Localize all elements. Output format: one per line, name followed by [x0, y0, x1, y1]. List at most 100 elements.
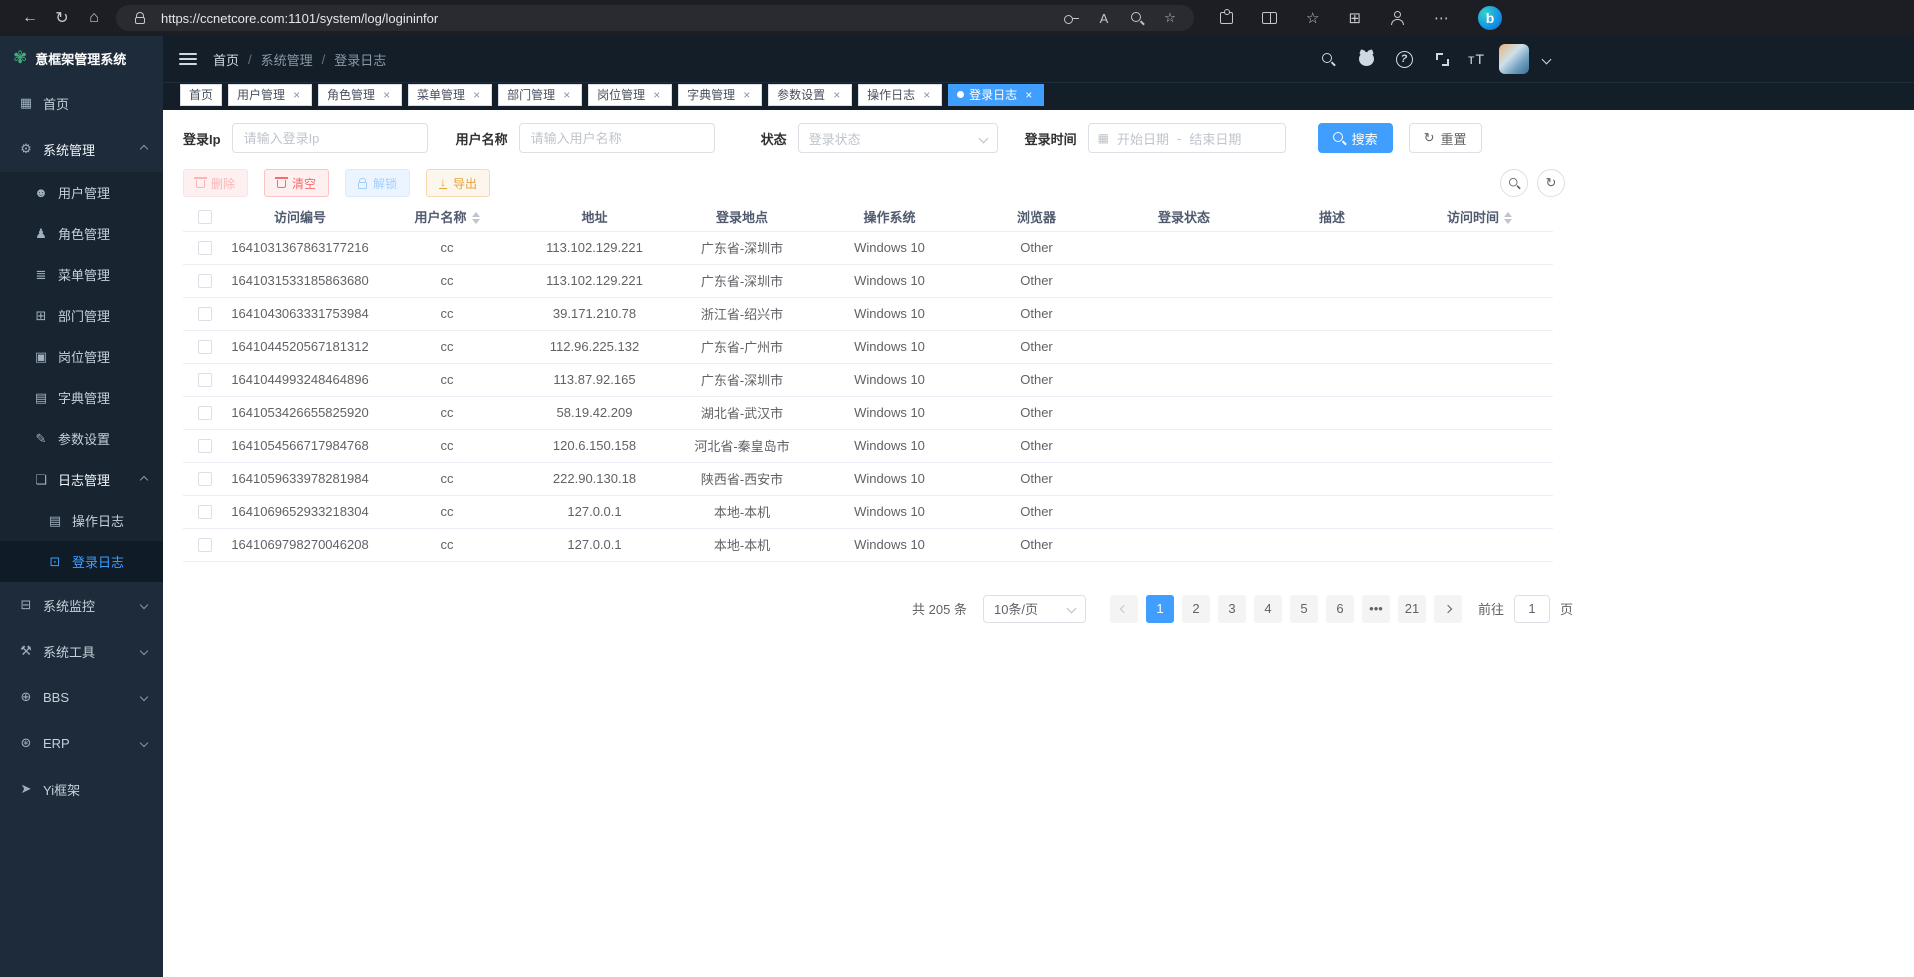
login-ip-input[interactable] [232, 123, 428, 153]
row-checkbox[interactable] [198, 472, 212, 486]
clear-button[interactable]: 清空 [264, 169, 329, 197]
help-icon[interactable]: ? [1392, 51, 1416, 68]
row-checkbox[interactable] [198, 538, 212, 552]
sidebar-item-user-management[interactable]: ☻ 用户管理 [0, 172, 163, 213]
tab-param-settings[interactable]: 参数设置 × [768, 84, 852, 106]
browser-back-button[interactable]: ← [14, 4, 46, 32]
page-size-select[interactable]: 10条/页 [983, 595, 1086, 623]
favorites-icon[interactable]: ☆ [1306, 9, 1319, 27]
next-page-button[interactable] [1434, 595, 1462, 623]
sidebar-item-login-log[interactable]: ⊡ 登录日志 [0, 541, 163, 582]
table-row[interactable]: 1641044520567181312cc 112.96.225.132广东省-… [183, 330, 1553, 363]
page-button-5[interactable]: 5 [1290, 595, 1318, 623]
table-row[interactable]: 1641059633978281984cc 222.90.130.18陕西省-西… [183, 462, 1553, 495]
page-button-3[interactable]: 3 [1218, 595, 1246, 623]
page-button-2[interactable]: 2 [1182, 595, 1210, 623]
table-row[interactable]: 1641054566717984768cc 120.6.150.158河北省-秦… [183, 429, 1553, 462]
end-date-placeholder[interactable]: 结束日期 [1189, 129, 1241, 148]
extensions-icon[interactable] [1220, 12, 1233, 24]
start-date-placeholder[interactable]: 开始日期 [1117, 129, 1169, 148]
sidebar-item-role-management[interactable]: ♟ 角色管理 [0, 213, 163, 254]
table-row[interactable]: 1641031533185863680cc 113.102.129.221广东省… [183, 264, 1553, 297]
row-checkbox[interactable] [198, 241, 212, 255]
goto-page-input[interactable] [1514, 595, 1550, 623]
sidebar-item-erp[interactable]: ⊛ ERP [0, 720, 163, 766]
export-button[interactable]: ↓ 导出 [426, 169, 490, 197]
table-row[interactable]: 1641069798270046208cc 127.0.0.1本地-本机 Win… [183, 528, 1553, 561]
col-user-name[interactable]: 用户名称 [373, 202, 521, 231]
select-all-checkbox[interactable] [198, 210, 212, 224]
more-pages-button[interactable]: ••• [1362, 595, 1390, 623]
sidebar-item-post-management[interactable]: ▣ 岗位管理 [0, 336, 163, 377]
table-row[interactable]: 1641053426655825920cc 58.19.42.209湖北省-武汉… [183, 396, 1553, 429]
close-icon[interactable]: × [740, 88, 753, 102]
breadcrumb-home[interactable]: 首页 [213, 50, 239, 69]
close-icon[interactable]: × [650, 88, 663, 102]
page-button-4[interactable]: 4 [1254, 595, 1282, 623]
close-icon[interactable]: × [830, 88, 843, 102]
split-screen-icon[interactable] [1262, 12, 1277, 24]
close-icon[interactable]: × [290, 88, 303, 102]
unlock-button[interactable]: 解锁 [345, 169, 410, 197]
page-button-6[interactable]: 6 [1326, 595, 1354, 623]
row-checkbox[interactable] [198, 505, 212, 519]
login-time-range-picker[interactable]: ▦ 开始日期 - 结束日期 [1088, 123, 1286, 153]
sidebar-item-system-management[interactable]: ⚙ 系统管理 [0, 126, 163, 172]
bing-copilot-icon[interactable]: b [1478, 6, 1502, 30]
tab-role-management[interactable]: 角色管理 × [318, 84, 402, 106]
row-checkbox[interactable] [198, 373, 212, 387]
avatar[interactable] [1499, 44, 1529, 74]
sidebar-item-dept-management[interactable]: ⊞ 部门管理 [0, 295, 163, 336]
search-button[interactable]: 搜索 [1318, 123, 1393, 153]
sidebar-item-system-tools[interactable]: ⚒ 系统工具 [0, 628, 163, 674]
sidebar-item-dict-management[interactable]: ▤ 字典管理 [0, 377, 163, 418]
col-visit-time[interactable]: 访问时间 [1406, 202, 1553, 231]
sidebar-toggle-icon[interactable] [179, 53, 197, 65]
sidebar-item-bbs[interactable]: ⊕ BBS [0, 674, 163, 720]
sidebar-item-system-monitor[interactable]: ⊟ 系统监控 [0, 582, 163, 628]
page-button-1[interactable]: 1 [1146, 595, 1174, 623]
site-info-lock-icon[interactable] [128, 13, 152, 24]
tab-home[interactable]: 首页 [180, 84, 222, 106]
table-row[interactable]: 1641043063331753984cc 39.171.210.78浙江省-绍… [183, 297, 1553, 330]
sidebar-item-yi-framework[interactable]: ➤ Yi框架 [0, 766, 163, 812]
collections-icon[interactable]: ⊞ [1348, 9, 1361, 27]
prev-page-button[interactable] [1110, 595, 1138, 623]
row-checkbox[interactable] [198, 406, 212, 420]
zoom-icon[interactable] [1125, 12, 1149, 25]
tab-operation-log[interactable]: 操作日志 × [858, 84, 942, 106]
browser-profile-icon[interactable] [1390, 11, 1405, 25]
sidebar-item-param-settings[interactable]: ✎ 参数设置 [0, 418, 163, 459]
sort-caret-icons[interactable] [1504, 212, 1512, 224]
row-checkbox[interactable] [198, 274, 212, 288]
add-favorite-star-icon[interactable]: ☆ [1158, 10, 1182, 26]
row-checkbox[interactable] [198, 439, 212, 453]
password-key-icon[interactable] [1059, 14, 1083, 23]
close-icon[interactable]: × [920, 88, 933, 102]
table-row[interactable]: 1641044993248464896cc 113.87.92.165广东省-深… [183, 363, 1553, 396]
browser-menu-icon[interactable]: ⋯ [1434, 9, 1449, 27]
url-text[interactable]: https://ccnetcore.com:1101/system/log/lo… [161, 11, 438, 26]
status-select[interactable]: 登录状态 [798, 123, 998, 153]
tab-post-management[interactable]: 岗位管理 × [588, 84, 672, 106]
close-icon[interactable]: × [1022, 88, 1035, 102]
close-icon[interactable]: × [470, 88, 483, 102]
tab-user-management[interactable]: 用户管理 × [228, 84, 312, 106]
tab-menu-management[interactable]: 菜单管理 × [408, 84, 492, 106]
font-size-icon[interactable]: тT [1468, 51, 1485, 67]
user-name-input[interactable] [519, 123, 715, 153]
sort-caret-icons[interactable] [472, 212, 480, 224]
table-row[interactable]: 1641031367863177216cc 113.102.129.221广东省… [183, 231, 1553, 264]
reset-button[interactable]: ↻ 重置 [1409, 123, 1482, 153]
table-row[interactable]: 1641069652933218304cc 127.0.0.1本地-本机 Win… [183, 495, 1553, 528]
tab-login-log[interactable]: 登录日志 × [948, 84, 1044, 106]
row-checkbox[interactable] [198, 307, 212, 321]
sidebar-item-home[interactable]: ▦ 首页 [0, 80, 163, 126]
sidebar-item-operation-log[interactable]: ▤ 操作日志 [0, 500, 163, 541]
tab-dept-management[interactable]: 部门管理 × [498, 84, 582, 106]
toggle-search-button[interactable] [1500, 169, 1528, 197]
close-icon[interactable]: × [380, 88, 393, 102]
fullscreen-icon[interactable] [1430, 53, 1454, 66]
sidebar-item-menu-management[interactable]: ≣ 菜单管理 [0, 254, 163, 295]
sidebar-item-log-management[interactable]: ❏ 日志管理 [0, 459, 163, 500]
